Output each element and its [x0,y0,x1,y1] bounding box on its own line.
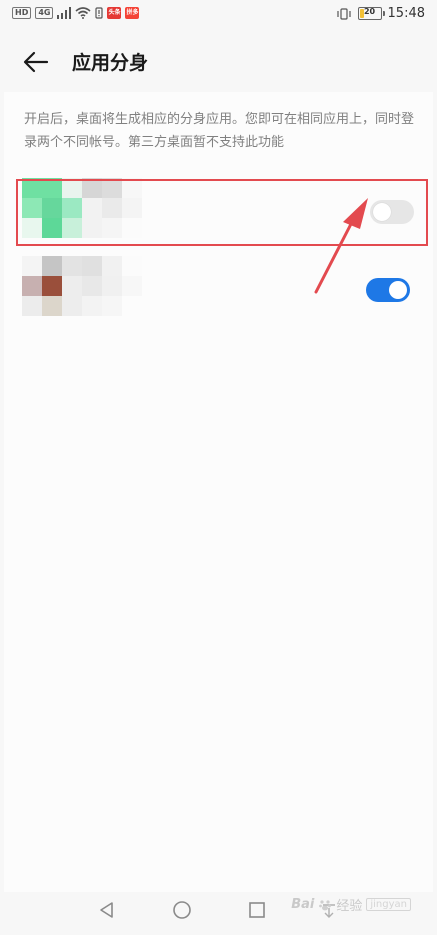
mosaic-cell [22,256,42,276]
shopping-app-notification-icon: 拼多 [125,7,140,19]
triangle-back-icon [100,902,113,918]
mosaic-cell [82,296,102,316]
mosaic-cell [82,276,102,296]
clock: 15:48 [387,6,425,21]
mosaic-cell [122,276,142,296]
mosaic-cell [42,276,62,296]
battery-tip [382,11,385,16]
status-right: 20 15:48 [336,6,425,21]
circle-home-icon [173,901,191,919]
alert-icon [95,7,104,19]
mosaic-cell [22,276,42,296]
mosaic-cell [62,296,82,316]
battery-icon: 20 [357,7,385,20]
mosaic-cell [102,296,122,316]
watermark-logo: Bai [291,897,315,912]
watermark-badge: jingyan [366,898,411,911]
signal-icon [57,7,72,19]
mosaic-cell [42,256,62,276]
screen: HD 4G 头条 拼多 20 15:48 应用分身 开启后，桌面将生成相应的分身… [0,0,437,935]
mosaic-cell [122,296,142,316]
vibrate-icon [336,7,351,20]
mosaic-cell [62,276,82,296]
hd-indicator: HD [12,7,32,19]
highlight-annotation-box [16,179,428,246]
toggle-knob [389,281,407,299]
mosaic-cell [82,256,102,276]
app-row [18,256,418,316]
app-twin-toggle-on[interactable] [366,278,410,302]
status-left: HD 4G 头条 拼多 [12,7,140,19]
mosaic-cell [42,296,62,316]
nav-recent-button[interactable] [242,895,272,925]
mosaic-cell [22,296,42,316]
back-button[interactable] [18,46,54,78]
mosaic-cell [102,276,122,296]
mosaic-cell [62,256,82,276]
feature-description: 开启后，桌面将生成相应的分身应用。您即可在相同应用上，同时登录两个不同帐号。第三… [24,112,415,150]
battery-level: 20 [363,7,376,16]
mosaic-cell [122,256,142,276]
network-type-indicator: 4G [35,7,54,19]
nav-home-button[interactable] [167,895,197,925]
mosaic-cell [102,256,122,276]
app-bar: 应用分身 [0,32,437,92]
arrow-left-icon [23,51,49,73]
news-app-notification-icon: 头条 [107,7,122,19]
app-icon-blurred [22,256,142,316]
status-bar: HD 4G 头条 拼多 20 15:48 [0,0,437,32]
paw-icon [319,899,332,910]
wifi-icon [75,7,92,19]
nav-back-button[interactable] [92,895,122,925]
page-title: 应用分身 [72,52,149,74]
baidu-jingyan-watermark: Bai 经验 jingyan [291,895,411,914]
square-recent-icon [249,902,265,918]
watermark-label: 经验 [336,899,363,914]
